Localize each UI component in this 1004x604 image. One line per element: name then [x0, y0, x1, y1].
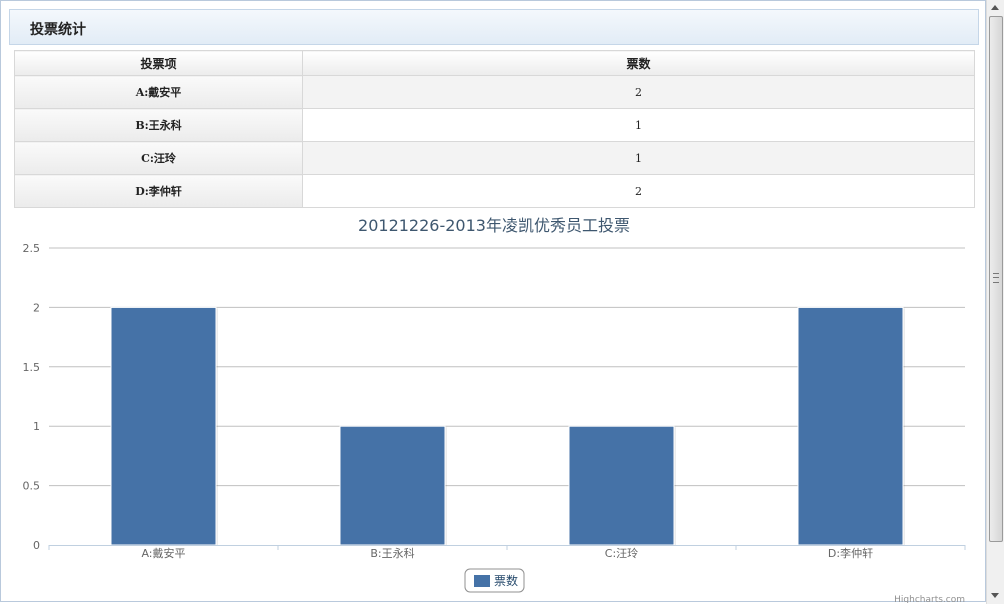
y-tick-label: 1 — [33, 420, 40, 433]
vertical-scrollbar[interactable] — [986, 0, 1004, 604]
table-row: A:戴安平 2 — [14, 75, 975, 109]
chart-legend[interactable]: 票数 — [464, 568, 525, 593]
row-votes: 1 — [302, 141, 975, 175]
table-row: C:汪玲 1 — [14, 141, 975, 175]
scroll-down-icon[interactable] — [991, 593, 999, 598]
table-header-row: 投票项 票数 — [14, 50, 975, 76]
y-tick-label: 2.5 — [23, 242, 41, 255]
y-tick-label: 0 — [33, 539, 40, 552]
row-votes: 2 — [302, 75, 975, 109]
table-row: B:王永科 1 — [14, 108, 975, 142]
row-label: C:汪玲 — [14, 141, 303, 175]
column-header-votes: 票数 — [302, 50, 975, 76]
legend-item-label[interactable]: 票数 — [494, 573, 518, 588]
y-tick-label: 0.5 — [23, 480, 41, 493]
row-label: A:戴安平 — [14, 75, 303, 109]
vote-bar-chart: 20121226-2013年凌凯优秀员工投票 0 0.5 1 1.5 2 2.5 A:戴安… — [23, 216, 966, 603]
app-window: 投票统计 投票项 票数 A:戴安平 2 B:王永科 1 C:汪玲 1 D:李仲轩 — [0, 0, 986, 603]
scroll-up-icon[interactable] — [991, 5, 999, 10]
row-label: D:李仲轩 — [14, 174, 303, 208]
legend-swatch — [474, 575, 490, 587]
chart-title: 20121226-2013年凌凯优秀员工投票 — [358, 216, 630, 235]
panel-header: 投票统计 — [9, 9, 979, 45]
column-header-option: 投票项 — [14, 50, 303, 76]
chart-credits[interactable]: Highcharts.com — [894, 595, 965, 603]
row-votes: 1 — [302, 108, 975, 142]
bar[interactable] — [339, 425, 446, 546]
y-axis-labels: 0 0.5 1 1.5 2 2.5 — [23, 242, 41, 552]
x-tick-label: D:李仲轩 — [828, 546, 873, 560]
vote-table: 投票项 票数 A:戴安平 2 B:王永科 1 C:汪玲 1 D:李仲轩 2 — [14, 50, 975, 208]
x-tick-label: A:戴安平 — [141, 546, 185, 560]
panel-title: 投票统计 — [30, 22, 86, 38]
bar[interactable] — [110, 306, 217, 546]
table-row: D:李仲轩 2 — [14, 174, 975, 208]
x-tick-label: B:王永科 — [370, 546, 414, 560]
grip-icon — [993, 273, 999, 283]
row-label: B:王永科 — [14, 108, 303, 142]
x-tick-label: C:汪玲 — [605, 547, 638, 560]
y-tick-label: 1.5 — [23, 361, 41, 374]
bar[interactable] — [568, 425, 675, 546]
row-votes: 2 — [302, 174, 975, 208]
scrollbar-thumb[interactable] — [989, 16, 1003, 542]
y-tick-label: 2 — [33, 301, 40, 314]
bar[interactable] — [797, 306, 904, 546]
x-axis: A:戴安平 B:王永科 C:汪玲 D:李仲轩 — [48, 545, 966, 560]
